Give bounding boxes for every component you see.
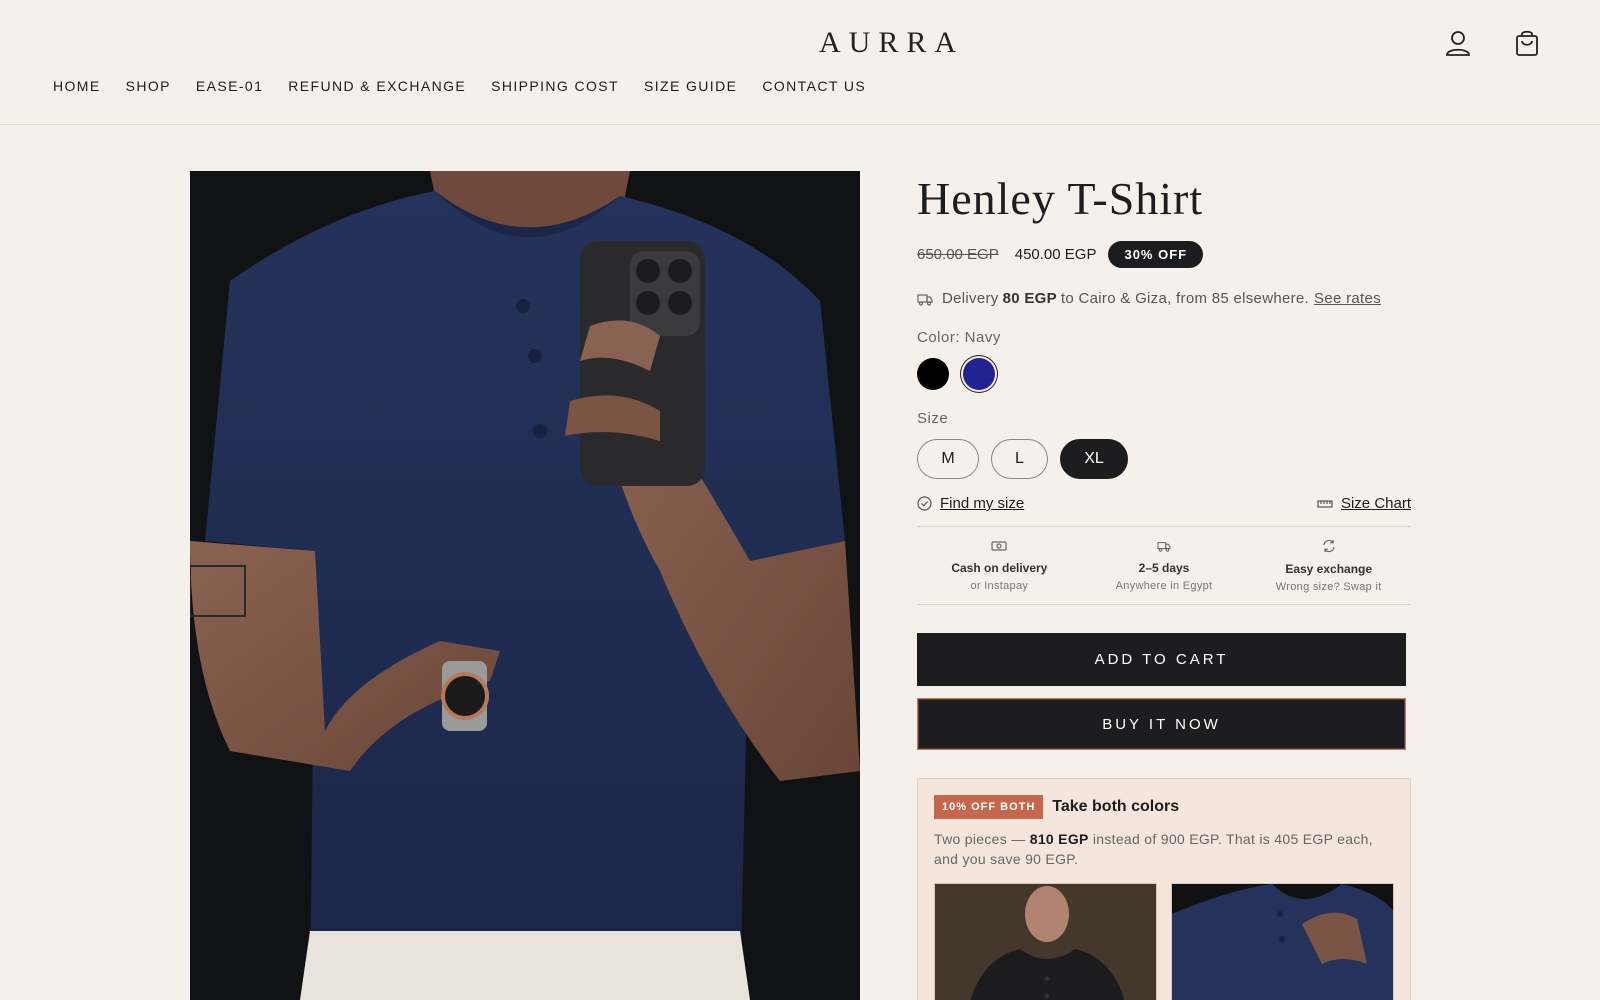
ruler-icon	[1317, 499, 1333, 508]
brand-logo[interactable]: AURRA	[0, 26, 1600, 60]
nav-refund-exchange[interactable]: REFUND & EXCHANGE	[288, 78, 466, 94]
nav-ease-01[interactable]: EASE-01	[196, 78, 263, 94]
color-label: Color: Navy	[917, 329, 1001, 346]
swatch-black[interactable]	[917, 358, 949, 390]
delivery-suffix: to Cairo & Giza, from 85 elsewhere.	[1060, 290, 1310, 307]
perks-bar: Cash on delivery or Instapay 2–5 days An…	[917, 526, 1411, 605]
perk-easy-exchange: Easy exchange Wrong size? Swap it	[1246, 527, 1411, 604]
truck-icon	[1157, 542, 1171, 552]
delivery-prefix: Delivery	[942, 290, 999, 307]
find-my-size-link[interactable]: Find my size	[917, 495, 1024, 512]
size-chart-link[interactable]: Size Chart	[1317, 495, 1411, 512]
truck-icon	[917, 293, 933, 306]
discount-badge: 30% OFF	[1108, 240, 1204, 268]
shopping-bag-icon[interactable]	[1512, 28, 1542, 58]
size-l-button[interactable]: L	[991, 439, 1048, 479]
perk-delivery-time: 2–5 days Anywhere in Egypt	[1082, 527, 1247, 604]
site-header: AURRA HOME SHOP EASE-01 REFUND & EXCHANG…	[0, 0, 1600, 125]
refresh-icon	[1323, 539, 1335, 553]
old-price: 650.00 EGP	[917, 245, 999, 263]
buy-now-button[interactable]: BUY IT NOW	[917, 698, 1406, 750]
main-nav: HOME SHOP EASE-01 REFUND & EXCHANGE SHIP…	[53, 78, 891, 94]
product-info: Henley T-Shirt 650.00 EGP 450.00 EGP 30%…	[917, 171, 1411, 1000]
size-label: Size	[917, 410, 949, 427]
nav-shop[interactable]: SHOP	[126, 78, 171, 94]
bundle-images	[934, 883, 1394, 1000]
nav-home[interactable]: HOME	[53, 78, 101, 94]
bundle-offer: 10% OFF BOTH Take both colors Two pieces…	[917, 778, 1411, 1000]
perk-cash-on-delivery: Cash on delivery or Instapay	[917, 527, 1082, 604]
nav-shipping-cost[interactable]: SHIPPING COST	[491, 78, 619, 94]
nav-contact-us[interactable]: CONTACT US	[762, 78, 866, 94]
add-to-cart-button[interactable]: ADD TO CART	[917, 633, 1406, 686]
bundle-image-navy[interactable]	[1171, 883, 1394, 1000]
color-swatches	[917, 358, 1411, 390]
sale-price: 450.00 EGP	[1014, 245, 1097, 263]
swatch-navy[interactable]	[963, 358, 995, 390]
bundle-description: Two pieces — 810 EGP instead of 900 EGP.…	[934, 831, 1373, 867]
delivery-info: Delivery 80 EGP to Cairo & Giza, from 85…	[917, 290, 1411, 307]
size-links: Find my size Size Chart	[917, 495, 1411, 512]
check-circle-icon	[917, 496, 932, 511]
delivery-amount: 80 EGP	[1002, 290, 1057, 307]
product-title: Henley T-Shirt	[917, 173, 1204, 224]
price-row: 650.00 EGP 450.00 EGP 30% OFF	[917, 239, 1411, 269]
cash-icon	[991, 541, 1007, 551]
size-m-button[interactable]: M	[917, 439, 979, 479]
nav-size-guide[interactable]: SIZE GUIDE	[644, 78, 737, 94]
bundle-image-black[interactable]	[934, 883, 1157, 1000]
product-photo	[190, 171, 860, 1000]
bundle-title: Take both colors	[1052, 798, 1180, 815]
bundle-header: 10% OFF BOTH Take both colors	[934, 795, 1394, 819]
size-xl-button[interactable]: XL	[1060, 439, 1128, 479]
see-rates-link[interactable]: See rates	[1314, 290, 1381, 307]
user-icon[interactable]	[1443, 28, 1473, 58]
bundle-badge: 10% OFF BOTH	[934, 795, 1044, 819]
size-options: M L XL	[917, 439, 1411, 479]
product-image[interactable]	[190, 171, 860, 1000]
